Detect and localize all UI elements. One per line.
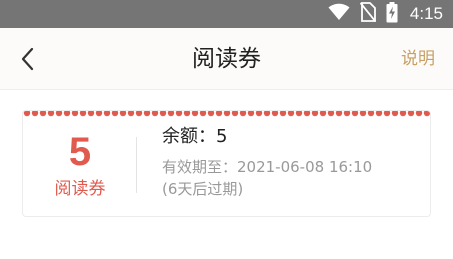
voucher-count: 5	[68, 130, 92, 174]
nav-bar: 阅读券 说明	[0, 28, 453, 90]
scallop-edge	[23, 111, 430, 118]
voucher-amount-block: 5 阅读券	[23, 121, 137, 213]
balance-text: 余额：5	[162, 126, 228, 147]
voucher-card[interactable]: 5 阅读券 余额：5 有效期至：2021-06-08 16:10 (6天后过期)	[22, 110, 431, 217]
no-sim-icon	[359, 2, 377, 26]
main-content: 5 阅读券 余额：5 有效期至：2021-06-08 16:10 (6天后过期)	[0, 91, 453, 259]
status-icons: 4:15	[328, 0, 443, 28]
status-bar: 4:15	[0, 0, 453, 28]
voucher-unit-label: 阅读券	[54, 179, 106, 199]
expiry-date-text: 有效期至：2021-06-08 16:10	[162, 158, 373, 176]
voucher-info: 余额：5 有效期至：2021-06-08 16:10 (6天后过期)	[162, 123, 420, 200]
wifi-icon	[328, 3, 350, 25]
page-title: 阅读券	[192, 46, 261, 72]
instructions-link[interactable]: 说明	[401, 28, 435, 90]
expiry-remaining-text: (6天后过期)	[162, 180, 244, 198]
divider	[136, 137, 137, 193]
status-time: 4:15	[409, 4, 443, 23]
battery-charging-icon	[386, 1, 398, 27]
